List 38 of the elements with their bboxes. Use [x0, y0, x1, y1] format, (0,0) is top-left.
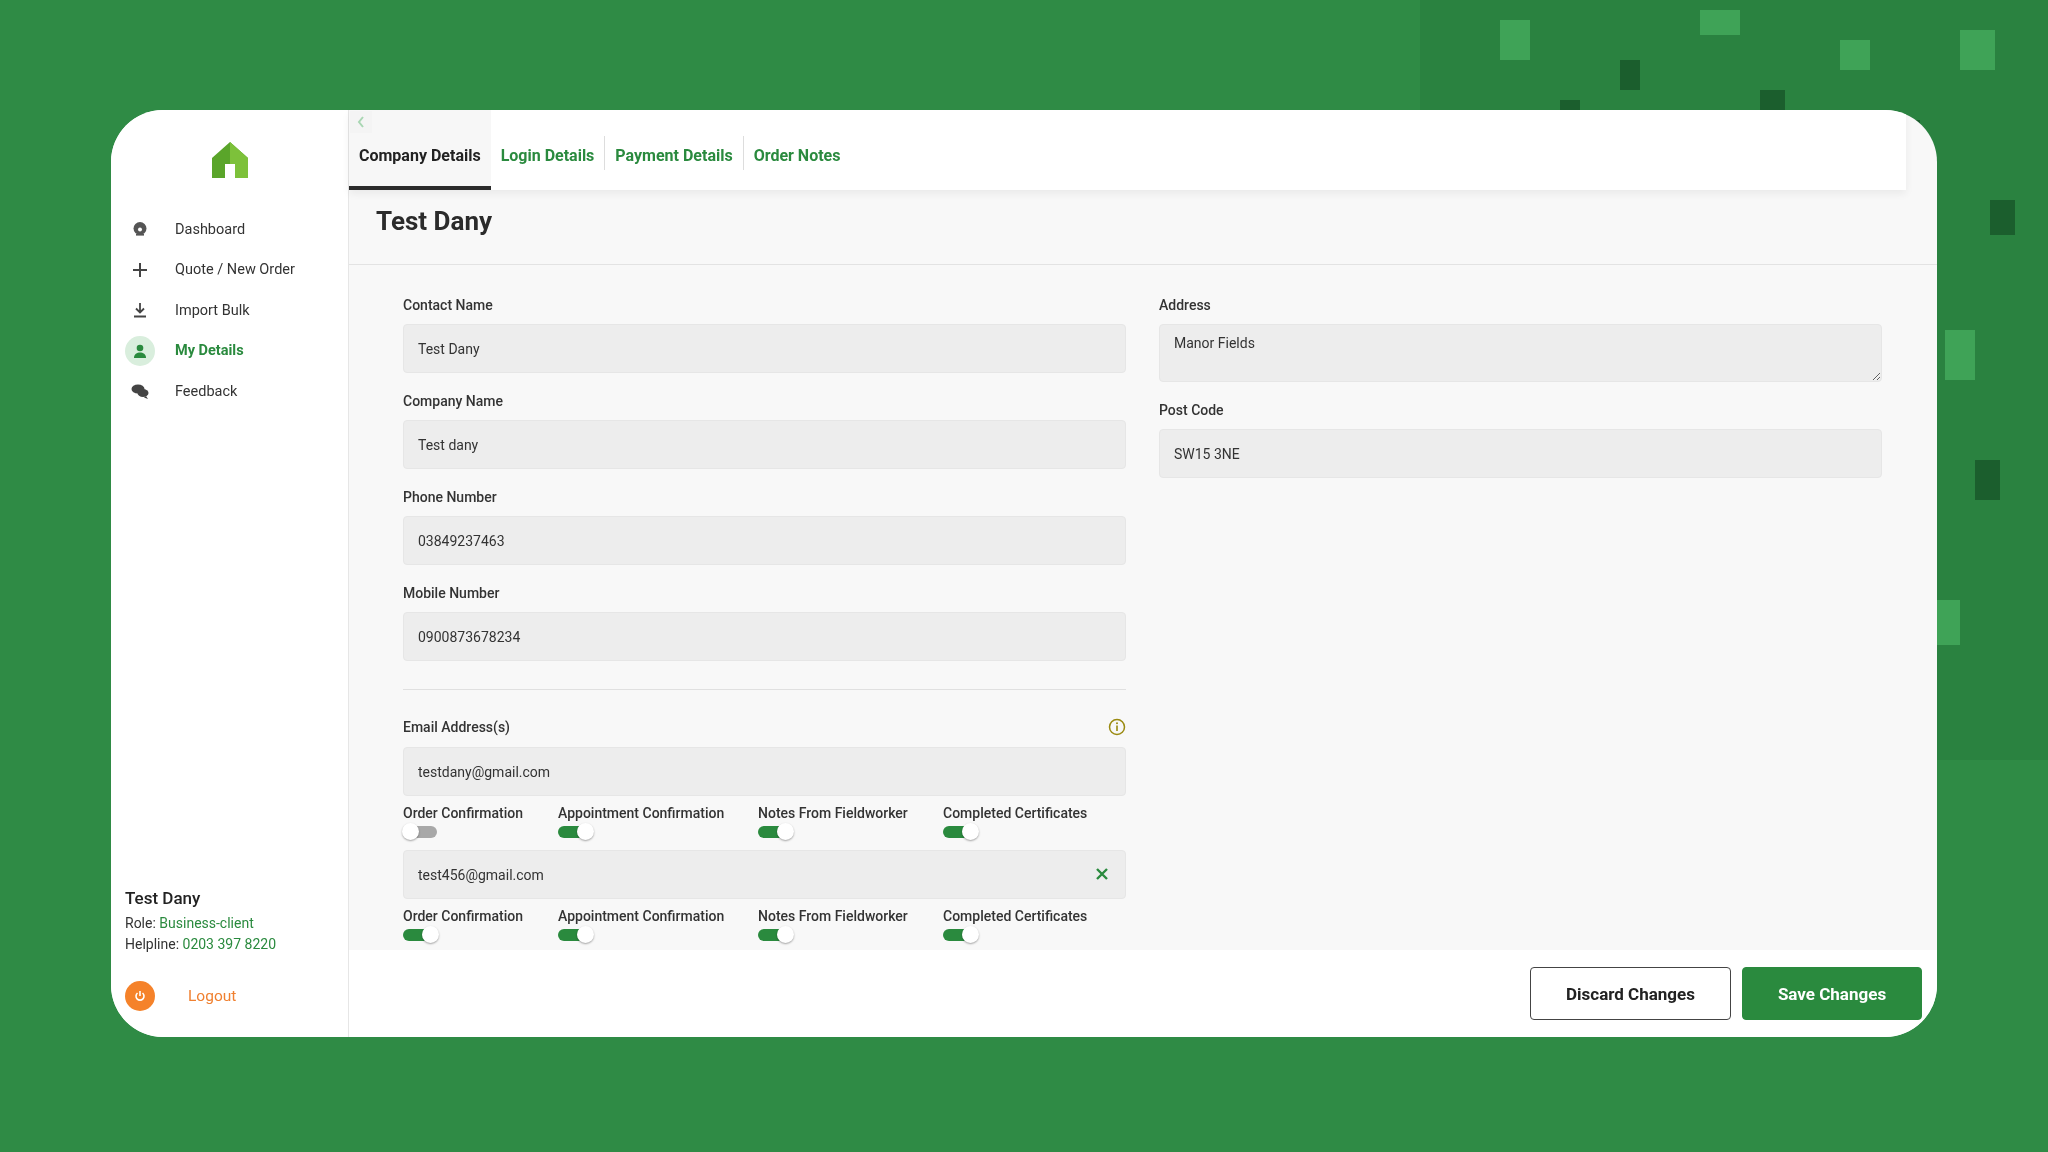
nav-item[interactable]: Import Bulk [125, 290, 348, 331]
email-field[interactable]: testdany@gmail.com [403, 747, 1126, 796]
nav-item[interactable]: Quote / New Order [125, 249, 348, 290]
toggle-label: Order Confirmation [403, 908, 524, 924]
input-field[interactable]: Test dany [403, 420, 1126, 469]
input-field[interactable]: Test Dany [403, 324, 1126, 373]
save-button[interactable]: Save Changes [1742, 967, 1922, 1020]
tab[interactable]: Order Notes [743, 110, 851, 190]
tab[interactable]: Payment Details [605, 110, 743, 190]
toggle-label: Appointment Confirmation [558, 908, 726, 924]
field-label: Post Code [1159, 402, 1225, 418]
nav-item[interactable]: Dashboard [125, 209, 348, 250]
input-field[interactable]: 0900873678234 [403, 612, 1126, 661]
discard-button[interactable]: Discard Changes [1530, 967, 1731, 1020]
field-label: Company Name [403, 393, 504, 409]
field-label: Email Address(s) [403, 719, 510, 735]
field-label: Phone Number [403, 489, 498, 505]
email-field[interactable]: test456@gmail.com [403, 850, 1126, 899]
input-field[interactable]: SW15 3NE [1159, 429, 1882, 478]
tab[interactable]: Login Details [490, 110, 605, 190]
helpline: Helpline: 0203 397 8220 [125, 935, 277, 954]
nav-item[interactable]: My Details [125, 330, 348, 371]
toggle-label: Completed Certificates [943, 908, 1089, 924]
toggle-label: Notes From Fieldworker [758, 908, 909, 924]
toggle-label: Order Confirmation [403, 805, 524, 821]
field-label: Address [1159, 297, 1212, 313]
input-field[interactable]: 03849237463 [403, 516, 1126, 565]
field-label: Mobile Number [403, 585, 501, 601]
nav-item[interactable]: Feedback [125, 371, 348, 412]
tab[interactable]: Company Details [349, 110, 491, 190]
user-name: Test Dany [125, 888, 202, 908]
page-title: Test Dany [376, 206, 494, 236]
textarea-field[interactable]: Manor Fields [1159, 324, 1882, 382]
toggle-label: Appointment Confirmation [558, 805, 726, 821]
toggle-label: Notes From Fieldworker [758, 805, 909, 821]
toggle-label: Completed Certificates [943, 805, 1089, 821]
field-label: Contact Name [403, 297, 494, 313]
user-role: Role: Business-client [125, 914, 255, 933]
